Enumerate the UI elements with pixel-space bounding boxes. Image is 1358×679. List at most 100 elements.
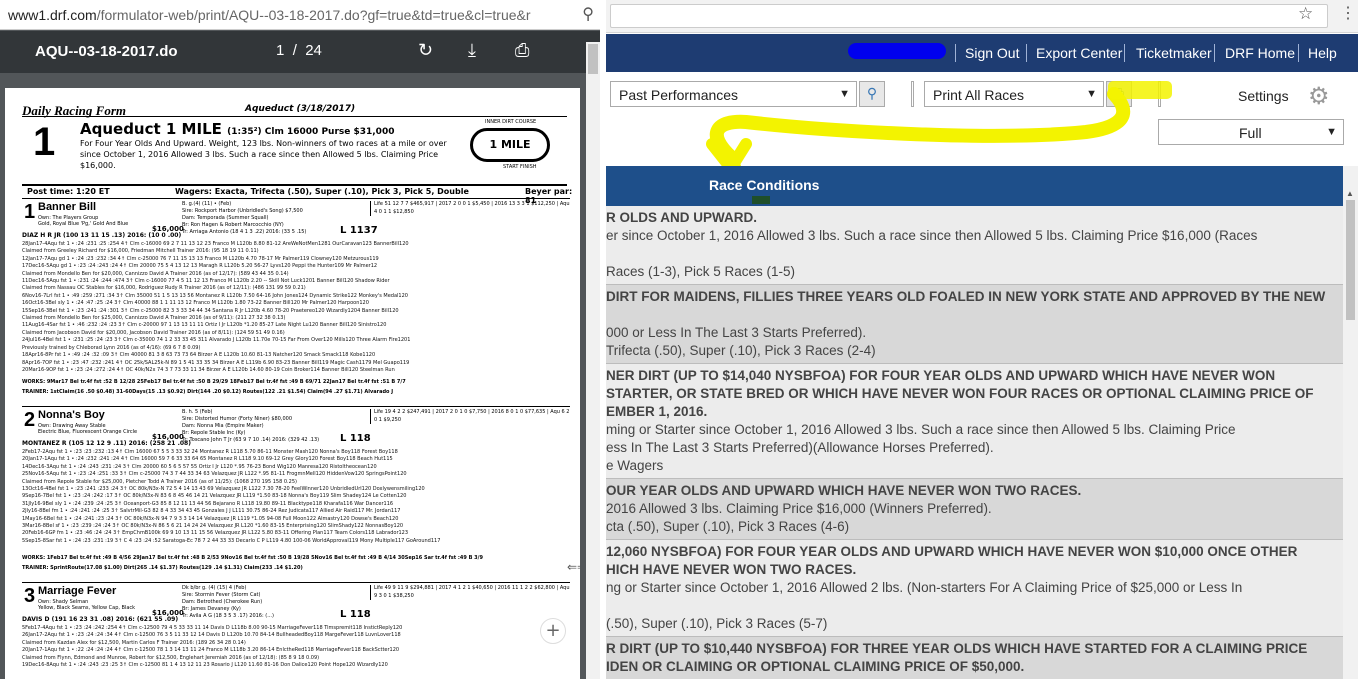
page-separator: /: [292, 42, 297, 59]
pp-line: 19Dec16-8Aqu fst 1 • :24 :243 :23 :25 3↑…: [22, 662, 388, 669]
race-condition-title: IDEN OR CLAIMING OR OPTIONAL CLAIMING PR…: [606, 659, 1025, 674]
race-condition-text: ess In The Last 3 Starts Preferred)(Allo…: [606, 440, 994, 455]
race-condition-text: Races (1-3), Pick 5 Races (1-5): [606, 264, 796, 279]
header-marker: [752, 196, 770, 204]
browser-toolbar: ☆ ⋮: [606, 0, 1358, 33]
split-handle-icon[interactable]: ⇐⇒: [567, 560, 580, 574]
race-condition-text: 000 or Less In The Last 3 Starts Preferr…: [606, 325, 867, 340]
race-header: Aqueduct 1 MILE (1:35²) Clm 16000 Purse …: [80, 120, 394, 138]
drf-home-link[interactable]: DRF Home: [1225, 45, 1295, 61]
pdf-scrollbar[interactable]: [586, 42, 600, 679]
workouts: WORKS: 9Mar17 Bel tr.4f fst :52 B 12/28 …: [22, 379, 406, 385]
nav-separator: [1026, 44, 1027, 62]
pp-line: 25Nov16-5Aqu fst 1 • :23 :24 :251 :33 3↑…: [22, 471, 407, 478]
gear-icon[interactable]: ⚙: [1308, 82, 1330, 111]
pp-line: Claimed from Greeley Richard for $16,000…: [22, 248, 259, 255]
pdf-scroll-thumb[interactable]: [588, 44, 598, 74]
settings-label[interactable]: Settings: [1238, 88, 1289, 104]
help-link[interactable]: Help: [1308, 45, 1337, 61]
race-condition-text: [606, 245, 1343, 263]
race-condition-text: (.50), Super (.10), Pick 3 Races (5-7): [606, 616, 828, 631]
race-condition-item[interactable]: OUR YEAR OLDS AND UPWARD WHICH HAVE NEVE…: [606, 479, 1343, 540]
pp-line: 14Dec16-3Aqu fst 1 • :24 :243 :231 :24 3…: [22, 463, 377, 470]
bookmark-star-icon[interactable]: ☆: [1298, 4, 1313, 24]
chevron-down-icon: ▼: [839, 88, 850, 100]
horse-name: Marriage Fever: [38, 585, 117, 597]
race-condition-item[interactable]: R OLDS AND UPWARD. er since October 1, 20…: [606, 206, 1343, 285]
page-current[interactable]: 1: [276, 42, 284, 59]
address-domain: www1.drf.com: [8, 7, 97, 23]
breeding: B. h. 5 (Feb) Sire: Distorted Humor (For…: [182, 409, 320, 443]
horse-name: Banner Bill: [38, 201, 97, 213]
zoom-icon[interactable]: ⚲: [578, 4, 594, 24]
workouts: WORKS: 1Feb17 Bel tr.4f fst :49 B 4/56 2…: [22, 555, 483, 561]
race-condition-item[interactable]: 12,060 NYSBFOA) FOR FOUR YEAR OLDS AND U…: [606, 540, 1343, 637]
race-condition-text: ming or Starter since October 1, 2016 Al…: [606, 422, 1236, 437]
past-performance-lines: 2Feb17-2Aqu fst 1 • :23 :23 :232 :13 4↑ …: [22, 449, 570, 545]
pp-line: 13Oct16-4Bel fst 1 • :23 :241 :233 :24 3…: [22, 486, 425, 493]
race-condition-text: Trifecta (.50), Super (.10), Pick 3 Race…: [606, 343, 876, 358]
print-select[interactable]: Print All Races ▼: [924, 81, 1104, 107]
past-performance-lines: 5Feb17-4Aqu fst 1 • :23 :24 :242 :254 4↑…: [22, 625, 570, 669]
post-position: 2: [24, 409, 36, 431]
pp-line: 15Sep16-3Bel fst 1 • :23 :241 :24 :301 3…: [22, 307, 399, 314]
divider: [22, 184, 567, 186]
view-mode-value: Full: [1239, 125, 1262, 141]
horse-entry: 2 Nonna's Boy Own: Drawing Away Stable E…: [22, 406, 570, 579]
race-condition-text: cta (.50), Super (.10), Pick 3 Races (4-…: [606, 519, 850, 534]
address-bar[interactable]: www1.drf.com/formulator-web/print/AQU--0…: [0, 0, 600, 30]
print-go-button[interactable]: ⎙: [1106, 81, 1132, 107]
race-condition-item[interactable]: R DIRT (UP TO $10,440 NYSBFOA) FOR THREE…: [606, 637, 1343, 679]
address-path: /formulator-web/print/AQU--03-18-2017.do…: [96, 7, 531, 23]
scroll-up-icon[interactable]: ▲: [1346, 189, 1354, 198]
page-total: 24: [305, 42, 322, 59]
browser-menu-icon[interactable]: ⋮: [1340, 3, 1356, 23]
race-condition-item[interactable]: NER DIRT (UP TO $14,040 NYSBFOA) FOR FOU…: [606, 364, 1343, 479]
pdf-title: AQU--03-18-2017.do: [35, 43, 178, 60]
report-select[interactable]: Past Performances ▼: [610, 81, 857, 107]
nav-separator: [1214, 44, 1215, 62]
pp-line: Claimed from Kazdan Alex for $12,500, Ma…: [22, 639, 246, 646]
course-oval: 1 MILE: [470, 128, 550, 162]
race-condition-title: NER DIRT (UP TO $14,040 NYSBFOA) FOR FOU…: [606, 368, 1276, 383]
race-header-title: Aqueduct 1 MILE: [80, 120, 222, 138]
pp-line: 11Dec16-5Aqu fst 1 • :231 :24 :244 :474 …: [22, 278, 390, 285]
jockey: DIAZ H R JR (100 13 11 15 .13) 2016: (10…: [22, 232, 182, 239]
download-icon[interactable]: ⤓: [468, 40, 476, 61]
race-list-scroll-thumb[interactable]: [1346, 200, 1355, 320]
pp-line: 2Jly16-8Bel fm 1 • :24 :241 :24 :25 3↑ S…: [22, 508, 401, 515]
track-date: Aqueduct (3/18/2017): [245, 104, 356, 114]
pdf-page: Daily Racing Form Aqueduct (3/18/2017) 1…: [5, 88, 580, 679]
sign-out-link[interactable]: Sign Out: [965, 45, 1019, 61]
race-conditions-header: Race Conditions: [606, 166, 1343, 206]
race-condition-title: 12,060 NYSBFOA) FOR FOUR YEAR OLDS AND U…: [606, 544, 1298, 559]
ticketmaker-link[interactable]: Ticketmaker: [1136, 45, 1212, 61]
search-button[interactable]: ⚲: [859, 81, 885, 107]
race-condition-text: 2016 Allowed 3 lbs. Claiming Price $16,0…: [606, 501, 992, 516]
horse-entry: 3 Marriage Fever Own: Shady Selman Yello…: [22, 582, 570, 679]
zoom-in-button[interactable]: +: [540, 618, 566, 644]
race-list-scrollbar[interactable]: ▲: [1343, 166, 1358, 679]
rotate-icon[interactable]: ↻: [418, 40, 433, 61]
nav-separator: [1124, 44, 1125, 62]
page-indicator: 1 / 24: [276, 42, 322, 59]
post-position: 1: [24, 201, 36, 223]
url-bar[interactable]: [610, 4, 1328, 28]
pp-line: Claimed from Repole Stable for $25,000, …: [22, 478, 297, 485]
course-top-label: INNER DIRT COURSE: [485, 119, 537, 125]
pp-line: 24Jul16-4Bel fst 1 • :231 :25 :24 :23 3↑…: [22, 337, 411, 344]
past-performance-lines: 28Jan17-4Aqu fst 1 • :24 :231 :25 :254 4…: [22, 241, 570, 374]
race-condition-item[interactable]: DIRT FOR MAIDENS, FILLIES THREE YEARS OL…: [606, 285, 1343, 364]
pp-line: 26Jan17-2Aqu fst 1 • :23 :24 :24 :34 4↑ …: [22, 632, 401, 639]
pp-line: Claimed from Mondello Ben for $20,000, C…: [22, 270, 289, 277]
race-conditions-list[interactable]: R OLDS AND UPWARD. er since October 1, 20…: [606, 206, 1343, 679]
view-mode-select[interactable]: Full ▼: [1158, 119, 1344, 145]
nav-separator: [1298, 44, 1299, 62]
record-stats: Life 51 12 7 7 $465,917 | 2017 2 0 0 1 $…: [370, 201, 570, 216]
pp-line: 28Jan17-4Aqu fst 1 • :24 :231 :25 :254 4…: [22, 241, 409, 247]
print-icon[interactable]: ⎙: [515, 40, 529, 61]
top-nav: Sign Out Export Center Ticketmaker DRF H…: [606, 34, 1358, 72]
export-center-link[interactable]: Export Center: [1036, 45, 1122, 61]
pp-line: 5Feb17-4Aqu fst 1 • :23 :24 :242 :254 4↑…: [22, 625, 403, 631]
pp-line: Claimed from Jacobson David for $20,000,…: [22, 329, 285, 336]
